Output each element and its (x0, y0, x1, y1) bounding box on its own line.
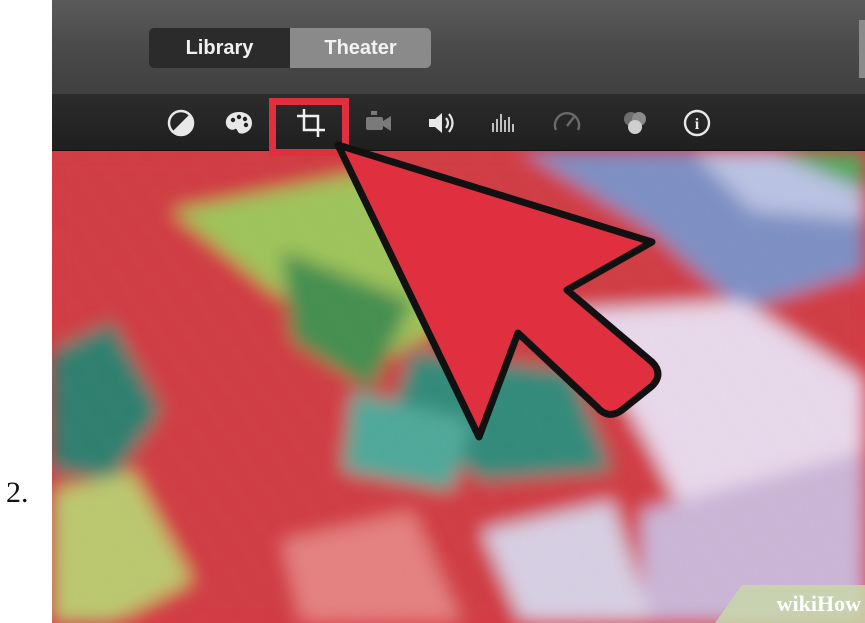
app-screenshot: Library Theater i wikiHow (52, 0, 865, 623)
pointer-arrow (334, 141, 662, 441)
step-number: 2. (6, 476, 29, 509)
